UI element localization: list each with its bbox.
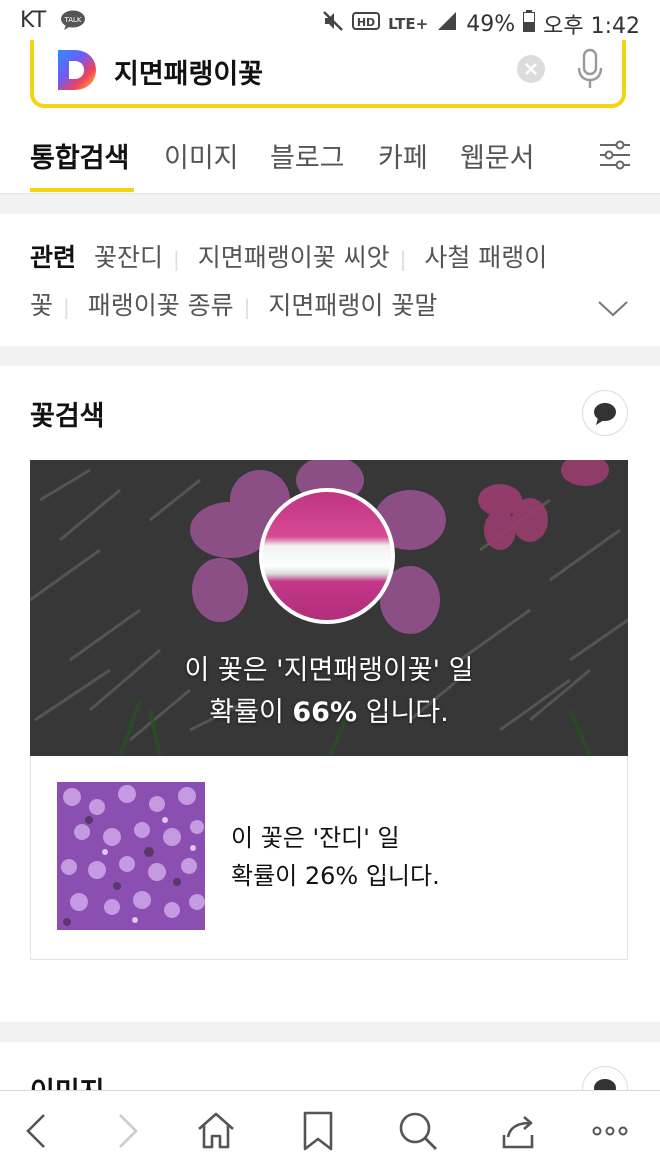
svg-text:TALK: TALK (63, 16, 81, 24)
search-tabs: 통합검색 이미지 블로그 카페 웹문서 (0, 118, 660, 194)
second-result-probability: 확률이 26% 입니다. (231, 862, 440, 890)
lte-icon: LTE+ (388, 15, 429, 33)
talk-icon: TALK (60, 10, 86, 30)
carrier-label: KT (20, 8, 47, 33)
mute-icon (322, 10, 344, 38)
bookmark-icon[interactable] (296, 1109, 340, 1153)
mic-icon[interactable] (574, 48, 606, 90)
related-item[interactable]: 패랭이꽃 종류 (88, 291, 234, 320)
related-searches: 관련 꽃잔디 | 지면패랭이꽃 씨앗 | 사철 패랭이 꽃 | 패랭이꽃 종류 | 지면… (0, 214, 660, 346)
flower-thumbnail-circle (259, 488, 395, 624)
top-result-text: 이 꽃은 '지면패랭이꽃' 일 (184, 655, 474, 686)
second-result-thumbnail (57, 782, 205, 930)
section-divider (0, 346, 660, 366)
share-icon[interactable] (496, 1109, 540, 1153)
top-result-probability: 확률이 66% 입니다. (209, 697, 449, 728)
forward-icon[interactable] (104, 1109, 148, 1153)
signal-icon (436, 10, 458, 38)
hd-label: HD (357, 16, 375, 29)
related-label: 관련 (30, 243, 77, 272)
battery-percent: 49% (466, 11, 516, 37)
bottom-navigation (0, 1090, 660, 1173)
section-divider (0, 194, 660, 214)
search-input[interactable]: 지면패랭이꽃 (114, 52, 263, 91)
second-result-text: 이 꽃은 '잔디' 일 (231, 824, 400, 852)
related-item[interactable]: 사철 패랭이 (424, 243, 547, 272)
search-icon[interactable] (396, 1109, 440, 1153)
top-result-percent: 66% (292, 697, 358, 728)
related-item[interactable]: 지면패랭이 꽃말 (268, 291, 437, 320)
status-bar: KT TALK HD LTE+ 49% 오후 1:42 (0, 0, 660, 40)
daum-logo-icon[interactable] (54, 46, 98, 94)
more-icon[interactable] (588, 1109, 632, 1153)
tab-blog[interactable]: 블로그 (270, 136, 345, 175)
hd-icon: HD (352, 11, 381, 37)
section-divider (0, 1022, 660, 1042)
comment-icon[interactable] (582, 390, 628, 436)
active-tab-indicator (30, 188, 134, 192)
tab-integrated[interactable]: 통합검색 (30, 136, 129, 175)
filter-icon[interactable] (598, 138, 632, 172)
related-item[interactable]: 지면패랭이꽃 씨앗 (198, 243, 390, 272)
home-icon[interactable] (194, 1109, 238, 1153)
separator: | (243, 295, 251, 319)
battery-icon (523, 10, 536, 38)
tab-webdocs[interactable]: 웹문서 (460, 136, 535, 175)
back-icon[interactable] (16, 1109, 60, 1153)
clock: 오후 1:42 (543, 14, 640, 39)
tab-images[interactable]: 이미지 (164, 136, 239, 175)
related-item[interactable]: 꽃잔디 (94, 243, 163, 272)
tab-cafe[interactable]: 카페 (378, 136, 428, 175)
flower-search-title: 꽃검색 (30, 401, 105, 432)
second-result-card[interactable]: 이 꽃은 '잔디' 일 확률이 26% 입니다. (30, 756, 628, 960)
separator: | (63, 295, 70, 319)
flower-result-image[interactable]: 이 꽃은 '지면패랭이꽃' 일 확률이 66% 입니다. (30, 460, 628, 756)
separator: | (399, 247, 407, 271)
search-bar: 지면패랭이꽃 (30, 40, 626, 108)
flower-search-section: 꽃검색 이 꽃은 '지면패랭이꽃' 일 확률이 66% 입니다. 이 꽃은 '잔… (0, 366, 660, 1022)
clear-icon[interactable] (516, 54, 546, 84)
chevron-down-icon[interactable] (596, 298, 630, 318)
separator: | (172, 247, 180, 271)
related-item[interactable]: 꽃 (30, 291, 53, 320)
